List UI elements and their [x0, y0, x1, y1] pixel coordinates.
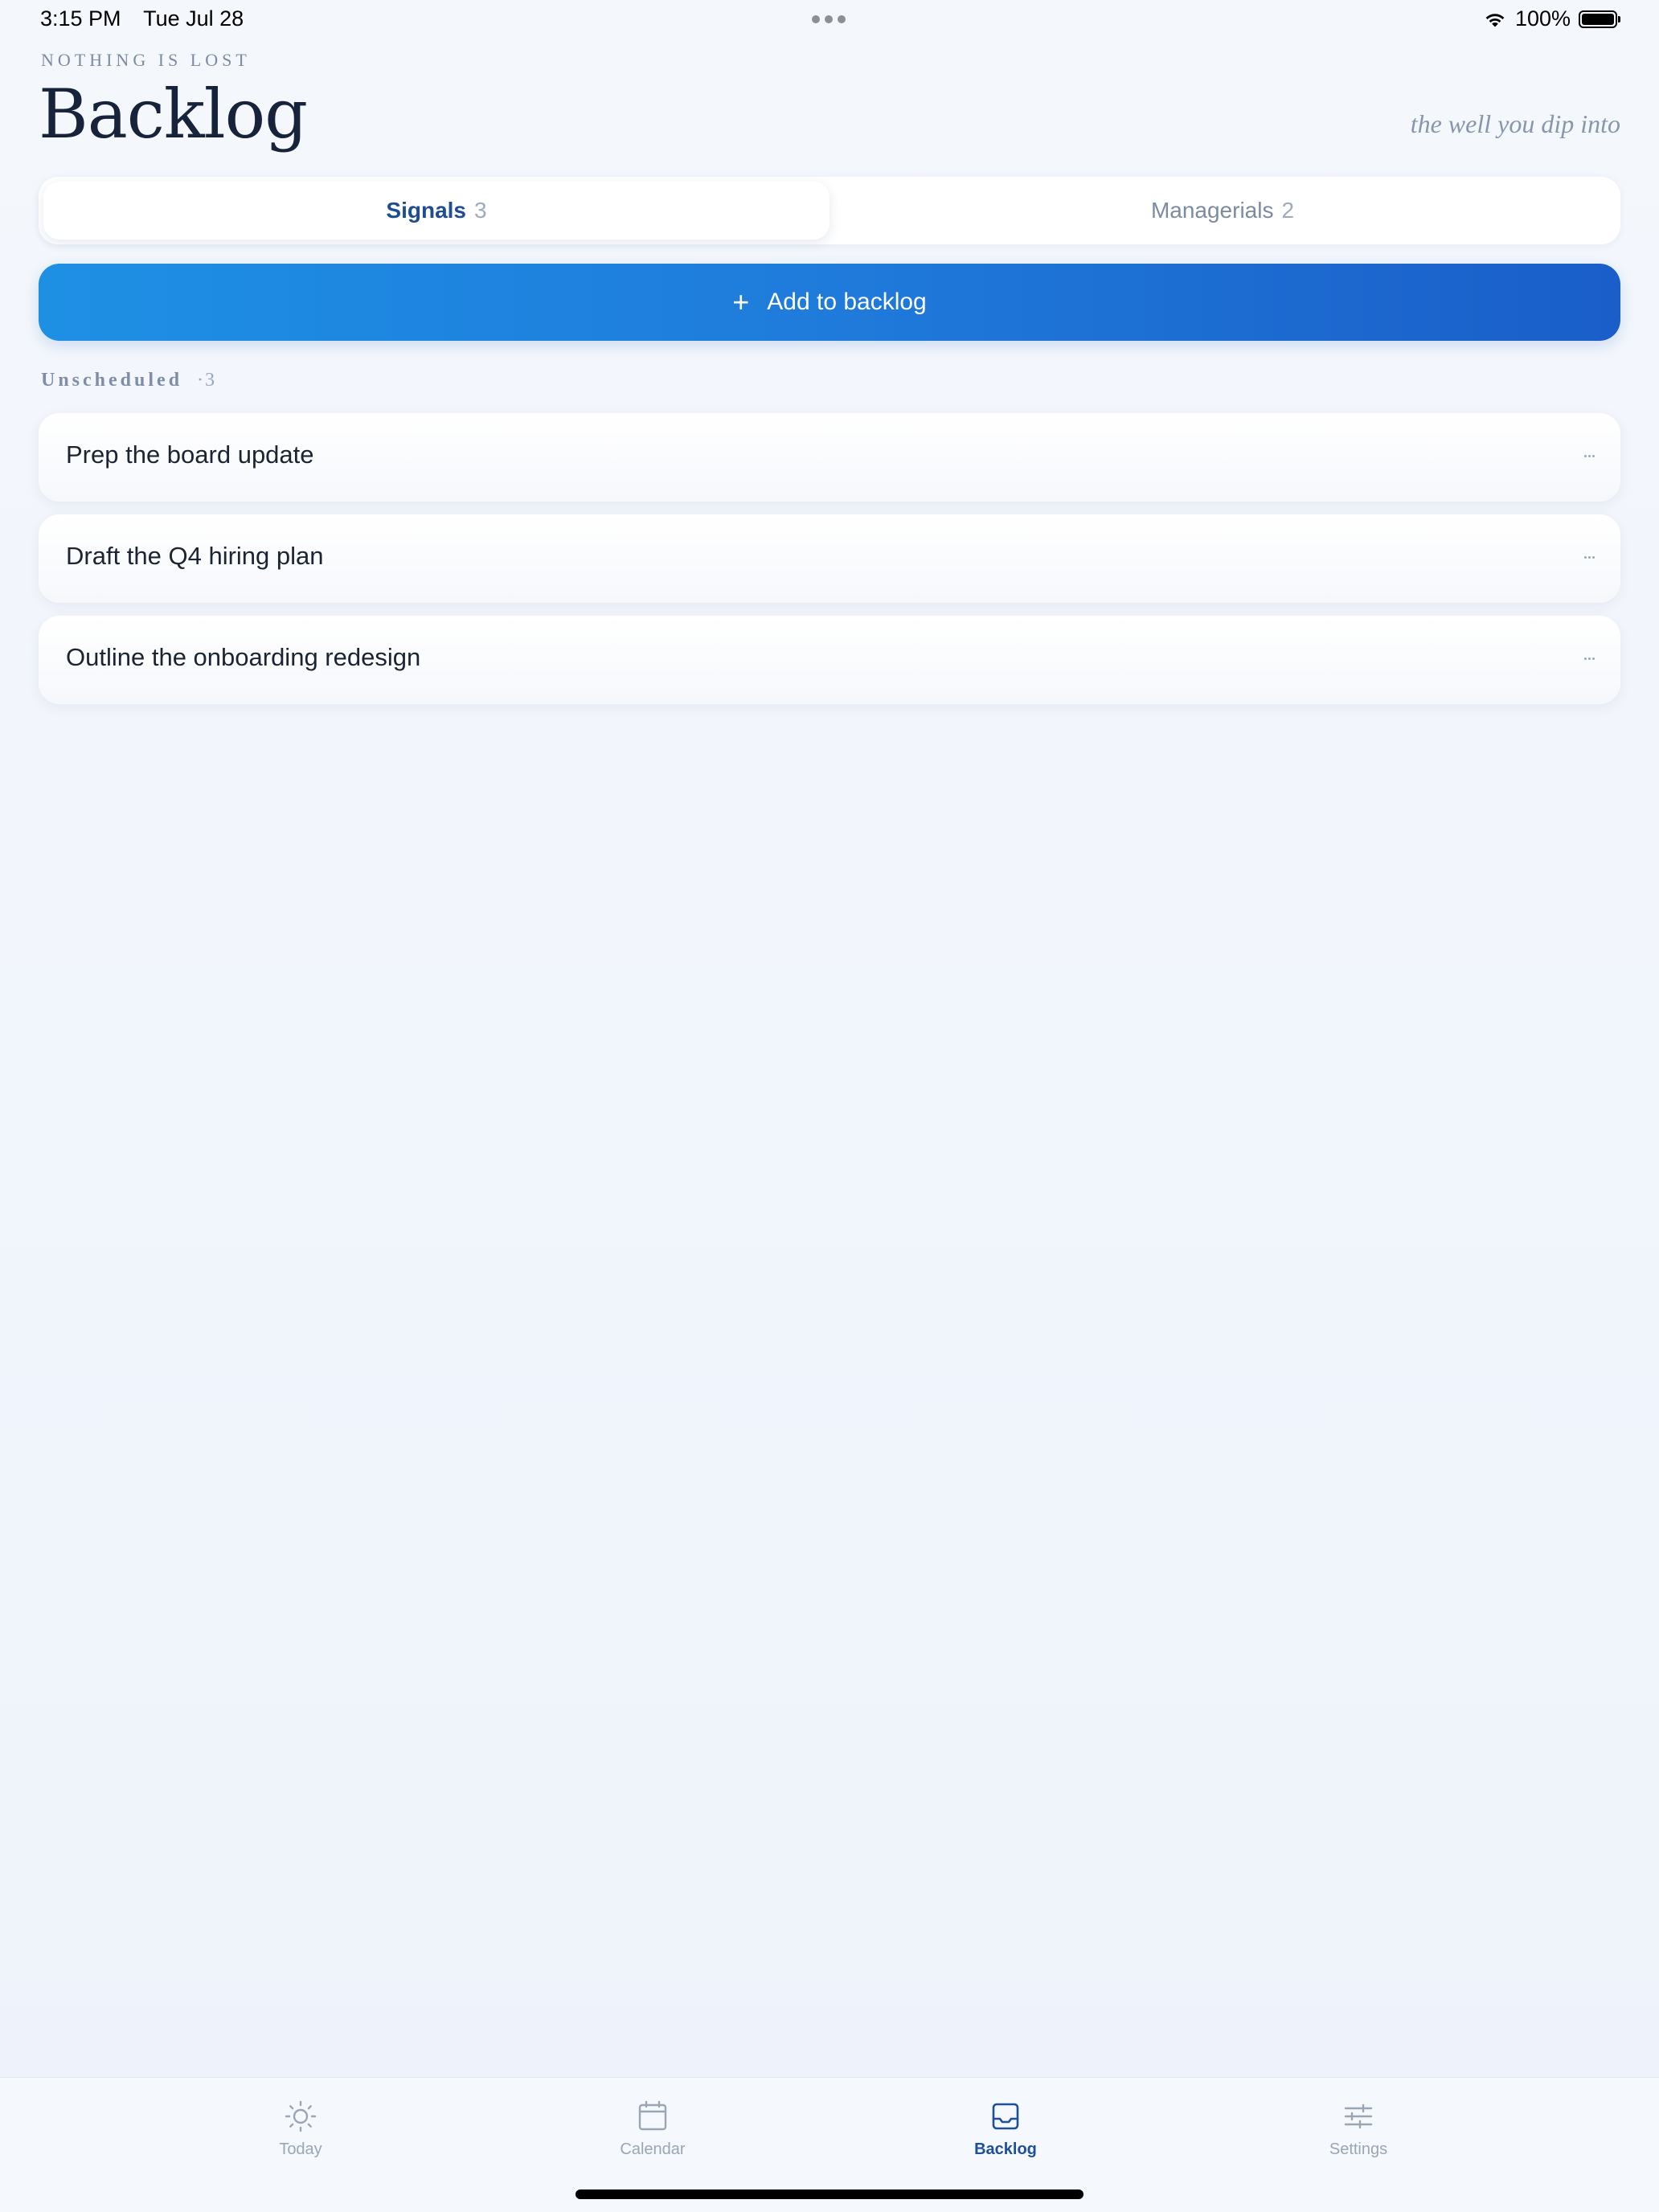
tab-label: Settings: [1329, 2140, 1388, 2158]
segment-count: 3: [474, 198, 487, 223]
battery-percent: 100%: [1514, 6, 1571, 31]
status-time: 3:15 PM Tue Jul 28: [40, 6, 244, 31]
tab-settings[interactable]: Settings: [1262, 2099, 1455, 2159]
page-title: Backlog: [39, 75, 308, 154]
add-button-label: Add to backlog: [767, 289, 927, 315]
more-options-icon[interactable]: [1584, 657, 1595, 660]
tab-label: Today: [279, 2140, 322, 2158]
wifi-icon: [1485, 13, 1505, 27]
inbox-icon: [992, 2103, 1019, 2130]
segment-managerials[interactable]: Managerials 2: [830, 182, 1616, 240]
calendar-icon: [638, 2100, 667, 2131]
segment-count: 2: [1281, 198, 1295, 223]
segment-label: Managerials: [1150, 198, 1274, 223]
tab-today[interactable]: Today: [204, 2099, 397, 2159]
status-indicators: 100%: [1483, 6, 1620, 31]
section-title: Unscheduled: [41, 370, 183, 391]
item-title: Outline the onboarding redesign: [66, 643, 421, 671]
multitasking-dots-icon[interactable]: [812, 15, 846, 23]
more-options-icon[interactable]: [1584, 455, 1595, 457]
list-item[interactable]: Draft the Q4 hiring plan: [39, 514, 1620, 603]
sliders-icon: [1344, 2103, 1373, 2129]
list-item[interactable]: Prep the board update: [39, 413, 1620, 502]
tab-label: Calendar: [620, 2140, 686, 2158]
header-eyebrow: NOTHING IS LOST: [41, 50, 251, 70]
add-to-backlog-button[interactable]: + Add to backlog: [39, 264, 1620, 341]
item-title: Draft the Q4 hiring plan: [66, 542, 324, 570]
tab-calendar[interactable]: Calendar: [556, 2099, 749, 2159]
status-date: Tue Jul 28: [143, 6, 244, 31]
tab-label: Backlog: [974, 2140, 1037, 2158]
more-options-icon[interactable]: [1584, 556, 1595, 559]
backlog-screen: 3:15 PM Tue Jul 28 100% NOTHING IS LOST …: [0, 0, 1659, 2212]
tab-backlog[interactable]: Backlog: [909, 2099, 1102, 2159]
segment-label: Signals: [386, 198, 466, 223]
status-bar: 3:15 PM Tue Jul 28 100%: [0, 0, 1659, 39]
battery-icon: [1579, 10, 1620, 28]
status-clock: 3:15 PM: [40, 6, 121, 31]
segmented-control: Signals 3 Managerials 2: [39, 177, 1620, 244]
section-label-unscheduled: Unscheduled ·3: [41, 370, 216, 391]
plus-icon: +: [732, 285, 750, 318]
section-count: ·3: [197, 370, 217, 391]
item-title: Prep the board update: [66, 440, 314, 469]
segment-signals[interactable]: Signals 3: [43, 182, 830, 240]
sun-icon: [285, 2100, 317, 2132]
list-item[interactable]: Outline the onboarding redesign: [39, 616, 1620, 704]
backlog-list: Prep the board update Draft the Q4 hirin…: [39, 413, 1620, 717]
header-tagline: the well you dip into: [1410, 109, 1620, 138]
home-indicator[interactable]: [576, 2189, 1083, 2199]
